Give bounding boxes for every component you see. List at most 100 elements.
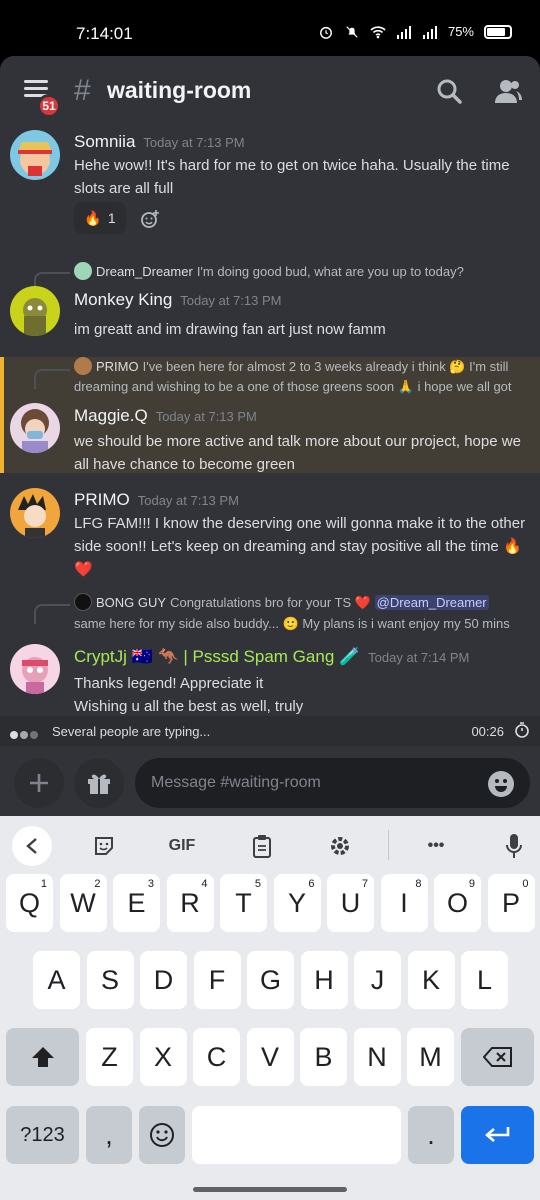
reaction-chip[interactable]: 🔥 1 [74,202,126,234]
settings-button[interactable] [324,830,356,862]
key-d[interactable]: D [140,951,187,1009]
author-line: CryptJj 🇦🇺 🦘 | Psssd Spam Gang 🧪 Today at… [74,647,469,667]
username[interactable]: PRIMO [74,490,130,509]
shift-key[interactable] [6,1028,79,1086]
search-icon[interactable] [436,78,462,104]
key-l[interactable]: L [461,951,508,1009]
key-number-hint: 7 [361,878,368,890]
symbols-key[interactable]: ?123 [6,1106,79,1164]
username[interactable]: CryptJj 🇦🇺 🦘 | Psssd Spam Gang 🧪 [74,647,360,666]
message-text: Thanks legend! Appreciate it Wishing u a… [74,672,529,716]
key-m[interactable]: M [407,1028,454,1086]
avatar-image [18,494,46,538]
key-r[interactable]: R4 [166,874,214,932]
collapse-toolbar-button[interactable] [12,826,52,866]
key-number-hint: 0 [522,878,529,890]
message-list[interactable]: Somniia Today at 7:13 PM Hehe wow!! It's … [0,126,540,716]
space-key[interactable] [192,1106,401,1164]
key-letter: Y [287,887,306,918]
avatar[interactable] [10,130,60,180]
key-e[interactable]: E3 [113,874,160,932]
gif-button[interactable]: GIF [160,830,204,862]
hash-icon: # [74,74,91,107]
key-y[interactable]: Y6 [273,874,321,932]
key-u[interactable]: U7 [327,874,374,932]
reply-author: PRIMO [96,359,139,374]
key-g[interactable]: G [247,951,294,1009]
key-w[interactable]: W2 [59,874,107,932]
message-line: Thanks legend! Appreciate it [74,675,264,692]
period-key[interactable]: . [408,1106,454,1164]
key-letter: W [70,887,96,918]
clipboard-button[interactable] [246,830,278,862]
username[interactable]: Maggie.Q [74,406,148,425]
reply-text: I've been here for almost 2 to 3 weeks a… [142,359,509,374]
key-number-hint: 5 [254,878,261,890]
key-n[interactable]: N [353,1028,401,1086]
avatar[interactable] [10,644,60,694]
message-line: Wishing u all the best as well, truly [74,698,304,715]
smiley-icon [150,1123,174,1147]
stopwatch-icon [515,722,529,738]
status-bar: 7:14:01 75% [0,0,540,56]
comma-key[interactable]: , [86,1106,132,1164]
reply-author: Dream_Dreamer [96,264,193,279]
mention-tag[interactable]: @Dream_Dreamer [374,595,489,610]
navigation-handle[interactable] [193,1187,347,1192]
key-a[interactable]: A [33,951,80,1009]
members-icon[interactable] [494,78,522,104]
status-time: 7:14:01 [76,24,133,43]
key-h[interactable]: H [300,951,348,1009]
avatar[interactable] [10,488,60,538]
avatar[interactable] [10,403,60,453]
key-f[interactable]: F [193,951,241,1009]
attach-button[interactable] [14,758,64,808]
key-o[interactable]: O9 [434,874,481,932]
timestamp: Today at 7:14 PM [368,650,470,665]
reply-avatar [74,593,92,611]
enter-icon [484,1127,509,1142]
key-letter: R [180,887,200,918]
message-input[interactable] [135,758,530,808]
channel-title: waiting-room [107,77,252,103]
author-line: Somniia Today at 7:13 PM [74,132,245,152]
key-q[interactable]: Q1 [6,874,53,932]
emoji-button[interactable] [488,771,514,797]
username[interactable]: Monkey King [74,290,172,309]
key-i[interactable]: I8 [380,874,428,932]
key-b[interactable]: B [300,1028,347,1086]
key-t[interactable]: T5 [220,874,267,932]
key-j[interactable]: J [354,951,401,1009]
key-x[interactable]: X [139,1028,187,1086]
discord-app: 51 # waiting-room Somniia Today at 7:13 P… [0,56,540,816]
key-letter: I [400,887,408,918]
message-text: im greatt and im drawing fan art just no… [74,321,386,338]
key-v[interactable]: V [246,1028,294,1086]
enter-key[interactable] [461,1106,534,1164]
emoji-key[interactable] [139,1106,185,1164]
reply-avatar [74,357,92,375]
status-icons: 75% [318,24,512,39]
key-p[interactable]: P0 [487,874,535,932]
voice-input-button[interactable] [498,830,530,862]
key-z[interactable]: Z [86,1028,133,1086]
add-reaction-icon[interactable] [140,209,160,229]
reply-preview[interactable]: Dream_Dreamer I'm doing good bud, what ar… [74,262,529,281]
reply-text: Congratulations bro for your TS ❤️ [170,595,372,610]
reply-spine [34,369,70,389]
key-letter: U [340,887,361,918]
key-letter: Q [18,887,40,918]
reply-preview[interactable]: PRIMO I've been here for almost 2 to 3 we… [74,357,529,397]
gift-button[interactable] [74,758,124,808]
smiley-icon [495,779,507,792]
more-button[interactable]: ••• [418,830,454,862]
key-s[interactable]: S [86,951,134,1009]
key-c[interactable]: C [193,1028,240,1086]
reaction-count: 1 [107,210,116,226]
avatar[interactable] [10,286,60,336]
key-k[interactable]: K [407,951,455,1009]
reply-preview[interactable]: BONG GUY Congratulations bro for your TS … [74,592,529,634]
backspace-key[interactable] [461,1028,534,1086]
sticker-button[interactable] [88,830,120,862]
username[interactable]: Somniia [74,132,135,151]
